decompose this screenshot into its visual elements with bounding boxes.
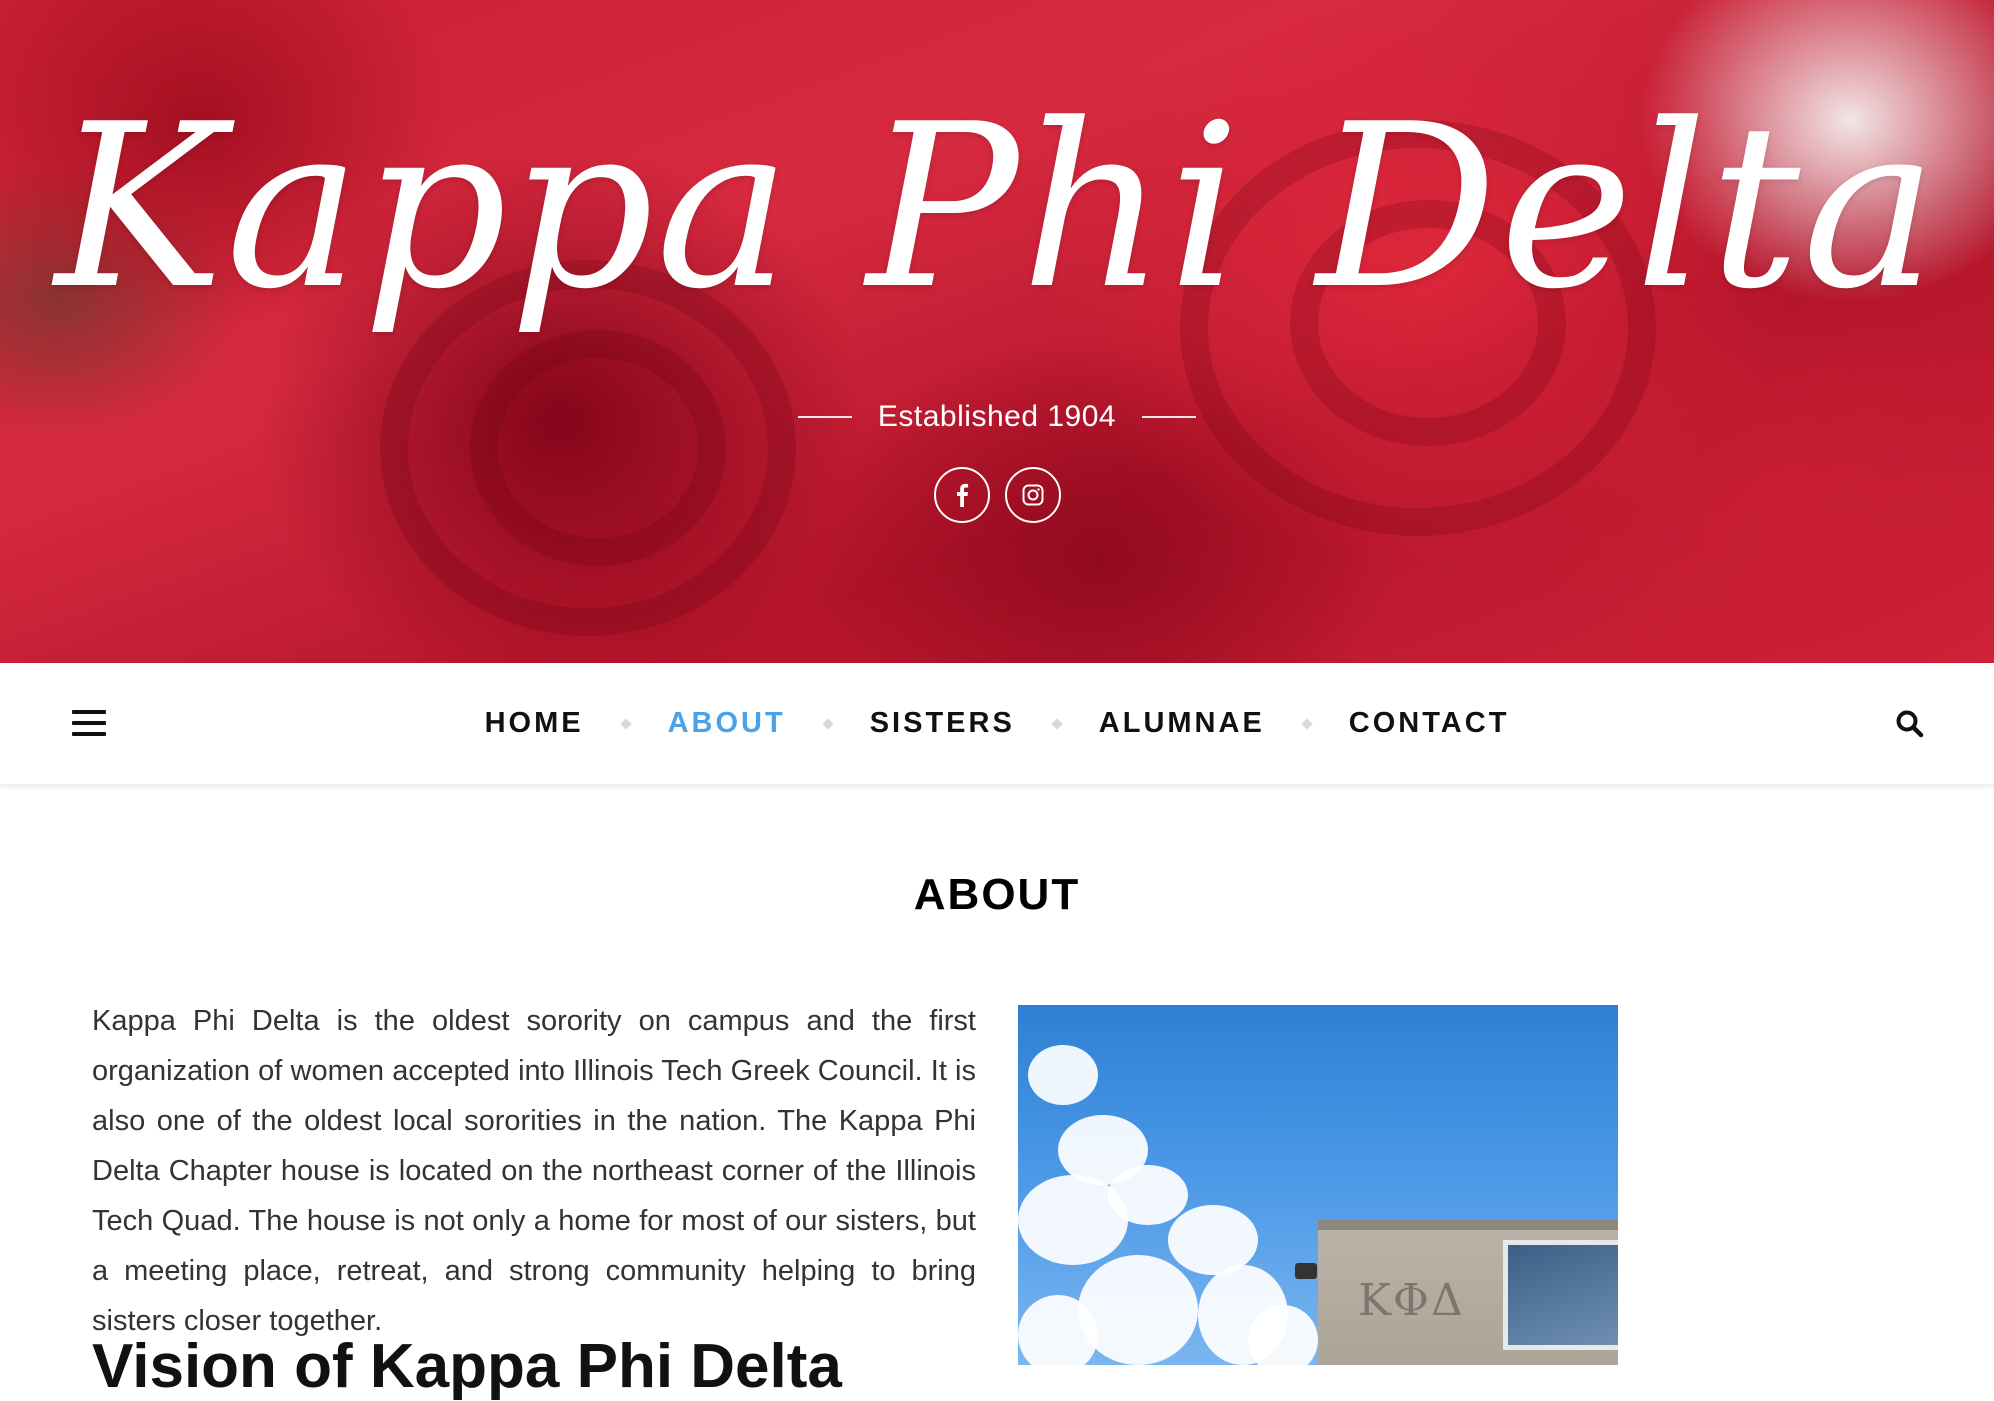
tagline-divider-right [1142,416,1197,418]
instagram-link[interactable] [1004,467,1061,523]
house-letters: ΚΦΔ [1358,1275,1465,1326]
facebook-icon [956,483,968,507]
chapter-house-photo: ΚΦΔ [1018,1005,1618,1365]
social-links [0,467,1994,523]
wall-lamp [1295,1263,1317,1279]
chapter-house-building: ΚΦΔ [1318,1220,1618,1365]
nav-separator [1301,717,1313,730]
search-icon[interactable] [1894,708,1926,740]
facebook-link[interactable] [933,467,990,523]
site-tagline: Established 1904 [877,400,1117,433]
nav-item-alumnae[interactable]: ALUMNAE [1099,707,1265,740]
about-paragraph-block: Kappa Phi Delta is the oldest sorority o… [92,996,976,1346]
nav-item-about[interactable]: ABOUT [668,707,786,740]
nav-menu: HOME ABOUT SISTERS ALUMNAE CONTACT [0,663,1994,784]
nav-separator [619,717,632,730]
nav-separator [822,717,834,730]
about-paragraph: Kappa Phi Delta is the oldest sorority o… [92,1005,976,1337]
house-window [1503,1240,1618,1350]
nav-item-contact[interactable]: CONTACT [1349,707,1510,740]
instagram-icon [1022,484,1043,506]
nav-item-home[interactable]: HOME [485,707,584,740]
vision-heading: Vision of Kappa Phi Delta [92,1332,842,1401]
main-navbar: HOME ABOUT SISTERS ALUMNAE CONTACT [0,663,1994,785]
rose-decoration [470,330,726,566]
nav-separator [1051,717,1063,730]
site-title[interactable]: Kappa Phi Delta [0,95,1994,321]
tagline-divider-left [797,416,852,418]
nav-item-sisters[interactable]: SISTERS [870,707,1015,740]
tagline-row: Established 1904 [0,400,1994,434]
page-title: ABOUT [913,870,1081,919]
header-banner: Kappa Phi Delta Established 1904 [0,0,1994,663]
